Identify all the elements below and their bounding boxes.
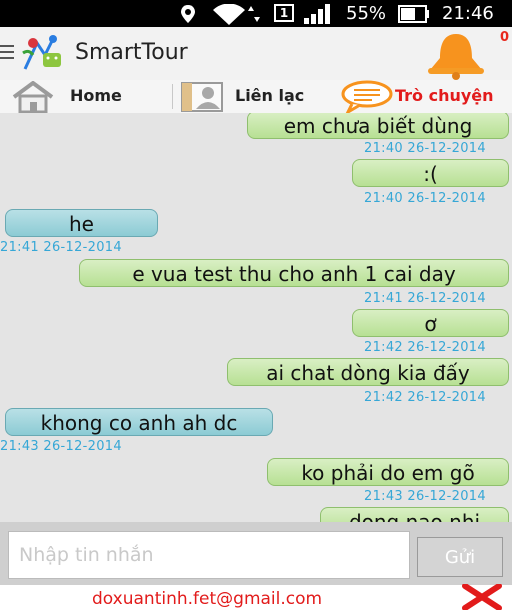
tab-contacts[interactable]: Liên lạc: [174, 80, 334, 113]
close-icon[interactable]: [461, 584, 503, 610]
footer-email: doxuantinh.fet@gmail.com: [92, 589, 323, 609]
message-bubble-sent: dong nao nhi: [320, 507, 509, 522]
message-timestamp: 21:41 26-12-2014: [364, 291, 486, 306]
chat-bubble-icon: [341, 80, 393, 113]
tab-label: Trò chuyện: [395, 86, 494, 105]
wifi-icon: [213, 4, 245, 25]
message-timestamp: 21:40 26-12-2014: [364, 141, 486, 156]
data-arrows-icon: [248, 6, 260, 22]
home-icon: [12, 81, 54, 113]
battery-percent: 55%: [346, 3, 387, 24]
tab-label: Liên lạc: [235, 86, 305, 105]
tab-bar: Home Liên lạc Trò chuyện: [0, 80, 512, 114]
message-timestamp: 21:43 26-12-2014: [0, 439, 122, 454]
clock: 21:46: [442, 3, 494, 24]
tab-chat[interactable]: Trò chuyện: [338, 80, 512, 113]
contact-card-icon: [181, 82, 223, 112]
notification-count: 0: [500, 30, 510, 45]
tab-home[interactable]: Home: [0, 80, 170, 113]
sim-number: 1: [279, 6, 289, 20]
message-bubble-sent: ko phải do em gõ: [267, 458, 509, 486]
message-timestamp: 21:40 26-12-2014: [364, 191, 486, 206]
message-input[interactable]: [8, 531, 410, 579]
send-button[interactable]: Gửi: [417, 537, 503, 577]
tab-divider: [172, 84, 173, 109]
message-timestamp: 21:41 26-12-2014: [0, 240, 122, 255]
message-bubble-sent: em chưa biết dùng: [247, 113, 509, 139]
tab-label: Home: [70, 86, 122, 105]
message-timestamp: 21:43 26-12-2014: [364, 489, 486, 504]
app-logo: [22, 35, 61, 70]
app-title: SmartTour: [75, 40, 188, 65]
signal-icon: [304, 4, 330, 24]
message-bubble-sent: :(: [352, 159, 509, 187]
message-bubble-sent: e vua test thu cho anh 1 cai day: [79, 259, 509, 287]
chat-messages[interactable]: em chưa biết dùng 21:40 26-12-2014 :( 21…: [0, 113, 512, 522]
status-bar: 1 55% 21:46: [0, 0, 512, 27]
message-timestamp: 21:42 26-12-2014: [364, 390, 486, 405]
message-bubble-received: he: [5, 209, 158, 237]
notification-bell-icon[interactable]: [420, 30, 492, 80]
message-bubble-sent: ai chat dòng kia đấy: [227, 358, 509, 386]
message-bubble-received: khong co anh ah dc: [5, 408, 273, 436]
message-timestamp: 21:42 26-12-2014: [364, 340, 486, 355]
sim-indicator: 1: [274, 4, 294, 22]
location-icon: [181, 5, 195, 23]
message-bubble-sent: ơ: [352, 309, 509, 337]
menu-icon[interactable]: [0, 45, 14, 59]
battery-icon: [398, 5, 429, 23]
